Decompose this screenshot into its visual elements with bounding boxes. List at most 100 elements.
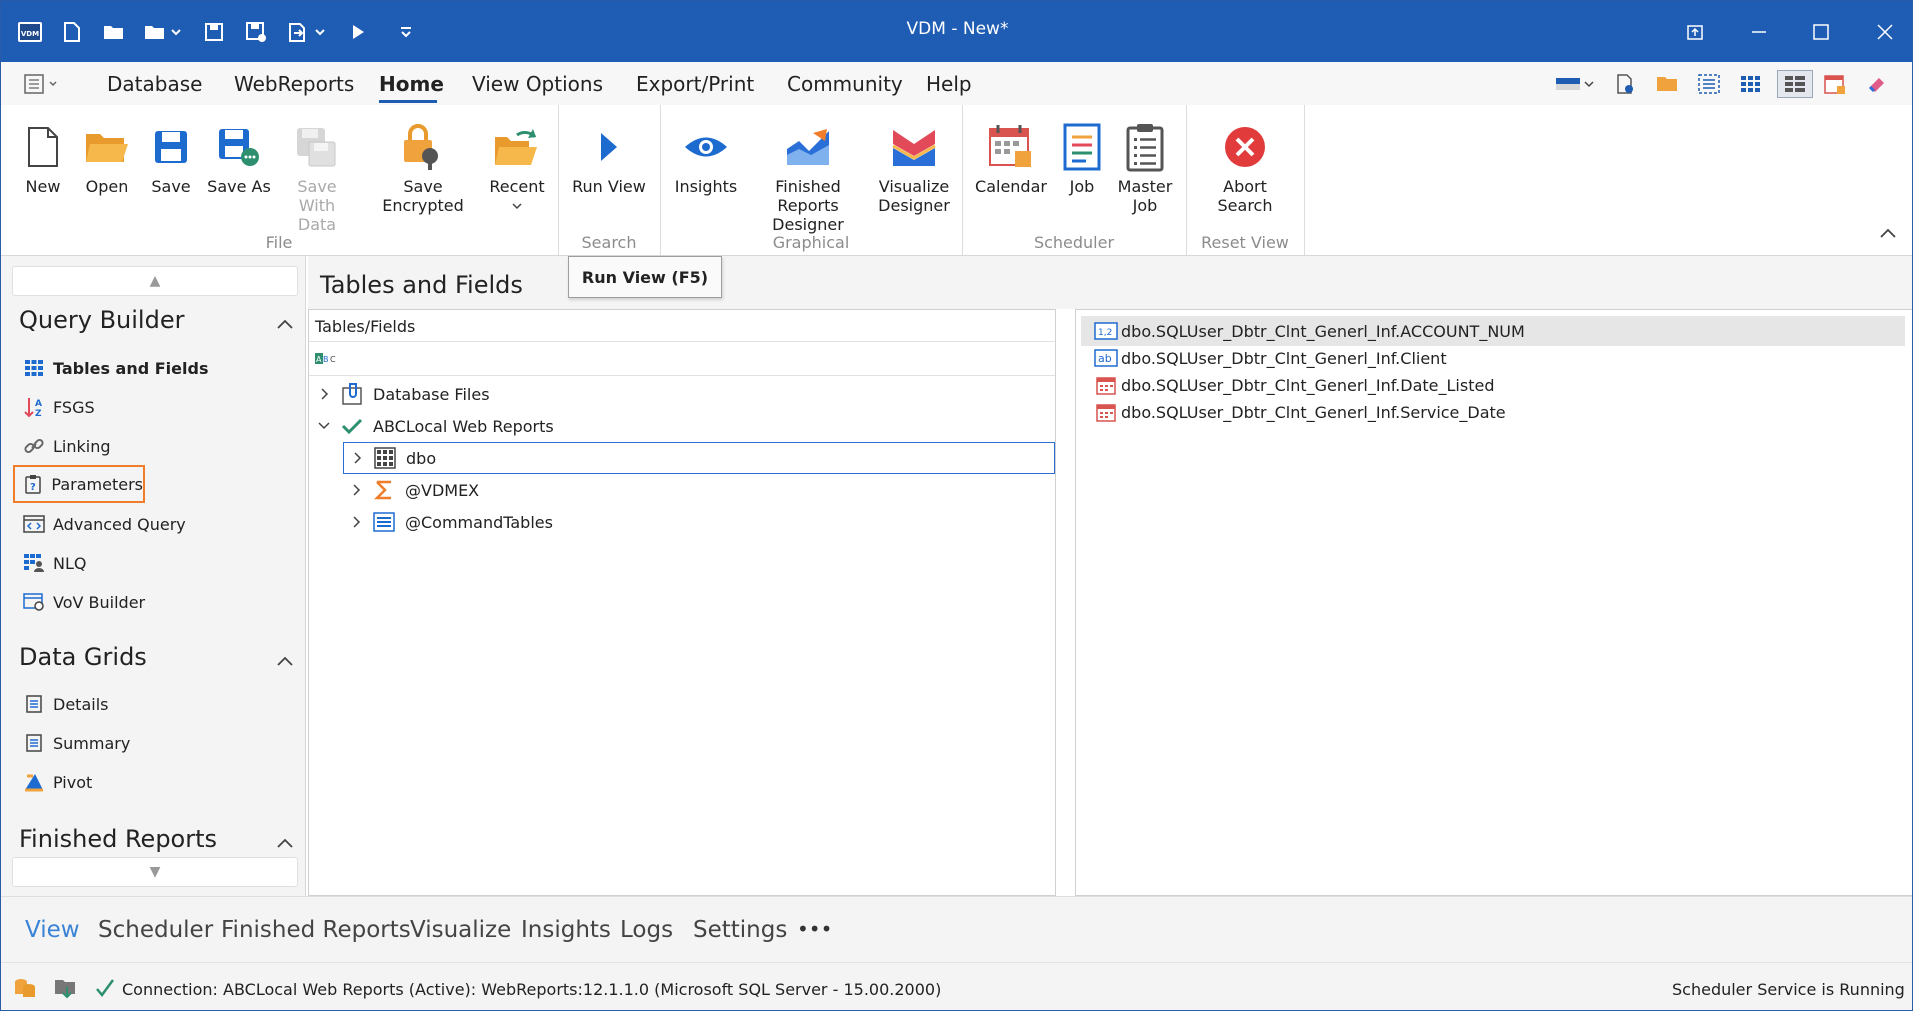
expand-chevron-icon[interactable] xyxy=(344,448,370,468)
nav-nlq[interactable]: NLQ xyxy=(15,544,291,582)
split-view-icon[interactable] xyxy=(1777,70,1813,98)
tree-item-dbo[interactable]: dbo xyxy=(343,442,1055,474)
tab-logs[interactable]: Logs xyxy=(620,917,673,943)
nav-tables-and-fields[interactable]: Tables and Fields xyxy=(15,349,291,387)
folder-icon[interactable] xyxy=(1651,70,1683,98)
ribbon-display-options-icon[interactable] xyxy=(23,72,61,96)
scroll-down-button[interactable]: ▼ xyxy=(12,857,298,887)
scheduler-status: Scheduler Service is Running xyxy=(1672,980,1905,999)
page-settings-icon[interactable] xyxy=(1609,70,1641,98)
menu-export-print[interactable]: Export/Print xyxy=(636,72,754,96)
tab-view[interactable]: View xyxy=(25,917,80,943)
tab-scheduler[interactable]: Scheduler xyxy=(98,917,213,943)
expand-chevron-icon[interactable] xyxy=(311,384,337,404)
menu-webreports[interactable]: WebReports xyxy=(234,72,354,96)
group-file-label: File xyxy=(265,233,293,252)
eraser-icon[interactable] xyxy=(1861,70,1893,98)
scroll-up-button[interactable]: ▲ xyxy=(12,266,298,296)
collapse-query-builder-icon[interactable] xyxy=(276,316,294,330)
field-item[interactable]: 1,2 dbo.SQLUser_Dbtr_Clnt_Generl_Inf.ACC… xyxy=(1081,316,1905,346)
open-button[interactable]: Open xyxy=(79,117,135,196)
visualize-logo-icon xyxy=(873,117,955,177)
grid-view-icon[interactable] xyxy=(1735,70,1767,98)
minimize-icon[interactable] xyxy=(1741,15,1777,49)
nav-details[interactable]: Details xyxy=(15,685,291,723)
finished-reports-title: Finished Reports xyxy=(19,825,218,853)
triangle-down-icon: ▼ xyxy=(149,864,161,880)
svg-text:Z: Z xyxy=(35,409,42,418)
tree-filter-row[interactable]: ABC xyxy=(309,342,1055,376)
field-item[interactable]: dbo.SQLUser_Dbtr_Clnt_Generl_Inf.Date_Li… xyxy=(1081,370,1905,400)
recent-button[interactable]: Recent xyxy=(487,117,547,215)
finished-reports-designer-button[interactable]: Finished Reports Designer xyxy=(746,117,870,234)
calendar-button[interactable]: Calendar xyxy=(973,117,1049,196)
svg-text:B: B xyxy=(323,355,329,364)
tab-finished-reports[interactable]: Finished Reports xyxy=(221,917,411,943)
restore-layout-icon[interactable] xyxy=(1677,15,1713,49)
job-button[interactable]: Job xyxy=(1055,117,1109,196)
ribbon: New Open Save Save As Save With Data Sav… xyxy=(1,105,1912,256)
save-as-button[interactable]: Save As xyxy=(207,117,271,196)
expand-chevron-icon[interactable] xyxy=(343,512,369,532)
center-panel: Tables and Fields Tables/Fields ABC Data… xyxy=(308,256,1912,896)
field-item[interactable]: ab dbo.SQLUser_Dbtr_Clnt_Generl_Inf.Clie… xyxy=(1081,343,1905,373)
menu-home[interactable]: Home xyxy=(379,72,444,96)
menu-view-options[interactable]: View Options xyxy=(472,72,603,96)
tree-item-abclocal-web-reports[interactable]: ABCLocal Web Reports xyxy=(311,410,554,442)
visualize-designer-button[interactable]: Visualize Designer xyxy=(873,117,955,215)
menu-help[interactable]: Help xyxy=(926,72,972,96)
database-stack-icon[interactable] xyxy=(11,975,39,1001)
calendar-icon xyxy=(973,117,1049,177)
date-field-icon xyxy=(1091,373,1121,397)
tab-insights[interactable]: Insights xyxy=(521,917,611,943)
nav-linking[interactable]: Linking xyxy=(15,427,291,465)
folder-download-icon[interactable] xyxy=(51,975,79,1001)
save-with-data-button[interactable]: Save With Data xyxy=(279,117,355,234)
menu-database[interactable]: Database xyxy=(107,72,202,96)
run-view-button[interactable]: Run View xyxy=(569,117,649,196)
tab-settings[interactable]: Settings xyxy=(693,917,787,943)
menu-community[interactable]: Community xyxy=(787,72,903,96)
nav-summary[interactable]: Summary xyxy=(15,724,291,762)
collapse-chevron-icon[interactable] xyxy=(311,416,337,436)
close-icon[interactable] xyxy=(1867,15,1903,49)
nav-parameters[interactable]: ? Parameters xyxy=(13,465,145,503)
maximize-icon[interactable] xyxy=(1803,15,1839,49)
details-list-icon xyxy=(15,692,53,716)
tree-item-commandtables[interactable]: @CommandTables xyxy=(343,506,553,538)
svg-text:C: C xyxy=(330,355,336,364)
calendar-grid-icon[interactable] xyxy=(1819,70,1851,98)
collapse-data-grids-icon[interactable] xyxy=(276,653,294,667)
numeric-field-icon: 1,2 xyxy=(1091,319,1121,343)
layout-list-icon[interactable] xyxy=(1693,70,1725,98)
schema-grid-icon xyxy=(370,445,400,471)
nav-fsgs[interactable]: AZ FSGS xyxy=(15,388,291,426)
link-chain-icon xyxy=(15,434,53,458)
tree-item-database-files[interactable]: Database Files xyxy=(311,378,490,410)
field-item[interactable]: dbo.SQLUser_Dbtr_Clnt_Generl_Inf.Service… xyxy=(1081,397,1905,427)
nav-vov-builder[interactable]: VoV Builder xyxy=(15,583,291,621)
nav-advanced-query[interactable]: Advanced Query xyxy=(15,505,291,543)
nav-pivot[interactable]: Pivot xyxy=(15,763,291,801)
save-disk-icon xyxy=(143,117,199,177)
collapse-ribbon-icon[interactable] xyxy=(1876,223,1900,243)
insights-button[interactable]: Insights xyxy=(671,117,741,196)
query-builder-title: Query Builder xyxy=(19,306,185,334)
theme-color-icon[interactable] xyxy=(1553,70,1597,98)
clipboard-icon xyxy=(1115,117,1175,177)
more-tabs-button[interactable]: ••• xyxy=(797,917,832,941)
abort-search-button[interactable]: Abort Search xyxy=(1197,117,1293,215)
tab-visualize[interactable]: Visualize xyxy=(410,917,511,943)
master-job-button[interactable]: Master Job xyxy=(1115,117,1175,215)
collapse-finished-reports-icon[interactable] xyxy=(276,835,294,849)
app-window: VDM VDM - New* Database WebReports Home … xyxy=(0,0,1913,1011)
tree-item-vdmex[interactable]: @VDMEX xyxy=(343,474,479,506)
save-button[interactable]: Save xyxy=(143,117,199,196)
new-button[interactable]: New xyxy=(15,117,71,196)
window-title: VDM - New* xyxy=(906,19,1009,39)
save-encrypted-button[interactable]: Save Encrypted xyxy=(365,117,481,215)
eye-icon xyxy=(671,117,741,177)
group-separator xyxy=(1304,105,1305,255)
table-grid-icon xyxy=(15,356,53,380)
expand-chevron-icon[interactable] xyxy=(343,480,369,500)
